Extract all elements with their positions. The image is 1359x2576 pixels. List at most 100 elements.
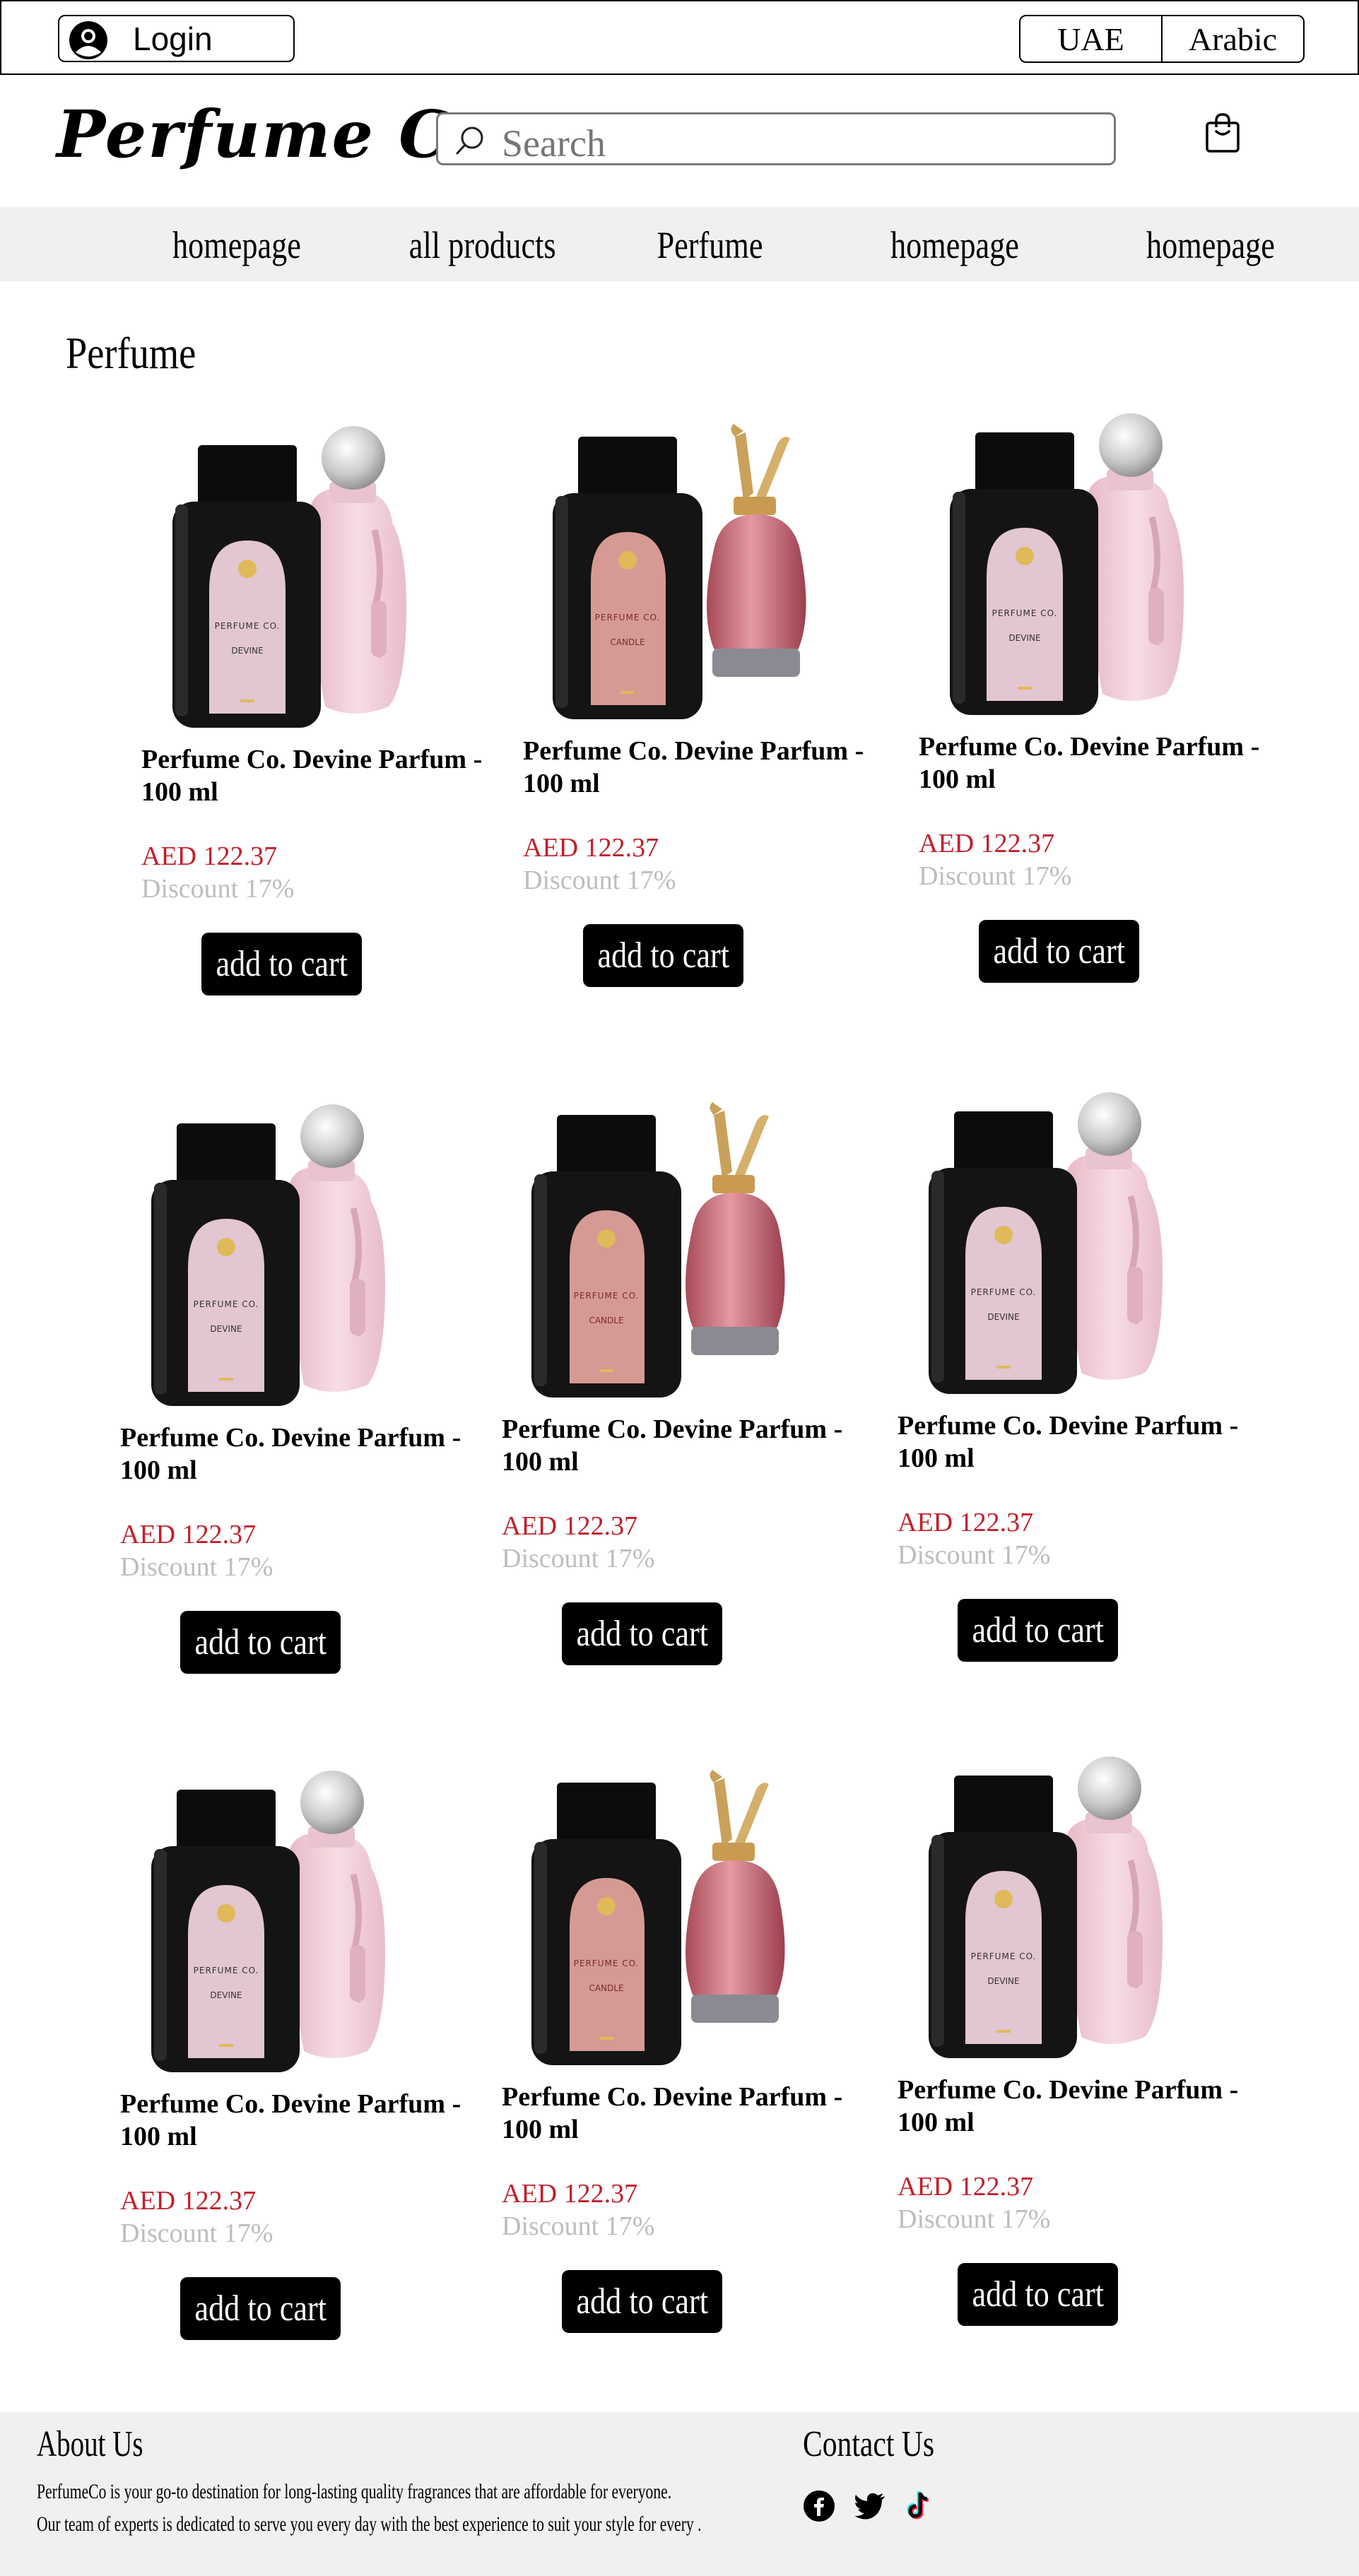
add-to-cart-label: add to cart — [194, 1622, 326, 1662]
product-name[interactable]: Perfume Co. Devine Parfum - 100 ml — [502, 1413, 855, 1478]
product-image[interactable]: PERFUME CO. DEVINE — [898, 1754, 1251, 2058]
svg-text:DEVINE: DEVINE — [987, 1312, 1019, 1322]
lang-uae-button[interactable]: UAE — [1020, 16, 1163, 61]
product-card[interactable]: PERFUME CO. DEVINE Perfume Co. Devine Pa… — [919, 411, 1272, 1047]
product-name[interactable]: Perfume Co. Devine Parfum - 100 ml — [120, 1422, 473, 1487]
shopping-bag-icon[interactable] — [1204, 112, 1241, 154]
footer: About Us PerfumeCo is your go-to destina… — [0, 2412, 1359, 2576]
top-bar: Login UAE Arabic — [0, 0, 1359, 75]
product-image[interactable]: PERFUME CO. DEVINE — [120, 1102, 473, 1406]
user-icon — [69, 21, 107, 59]
nav-item-homepage-3[interactable]: homepage — [1146, 225, 1275, 265]
about-us-heading: About Us — [37, 2424, 143, 2464]
add-to-cart-button[interactable]: add to cart — [562, 1602, 722, 1665]
nav-item-homepage[interactable]: homepage — [172, 225, 301, 265]
product-discount: Discount 17% — [120, 1552, 273, 1582]
product-price: AED 122.37 — [502, 1511, 638, 1541]
product-price: AED 122.37 — [120, 1520, 257, 1549]
product-image[interactable]: PERFUME CO. DEVINE — [898, 1090, 1251, 1394]
product-image[interactable]: PERFUME CO. CANDLE — [502, 1761, 855, 2065]
add-to-cart-button[interactable]: add to cart — [562, 2270, 722, 2333]
product-discount: Discount 17% — [919, 861, 1072, 891]
lang-arabic-button[interactable]: Arabic — [1163, 16, 1303, 61]
product-card[interactable]: PERFUME CO. DEVINE Perfume Co. Devine Pa… — [898, 1754, 1251, 2390]
product-discount: Discount 17% — [502, 1544, 655, 1573]
add-to-cart-label: add to cart — [972, 2274, 1104, 2315]
add-to-cart-button[interactable]: add to cart — [958, 1599, 1118, 1662]
svg-text:PERFUME CO.: PERFUME CO. — [992, 608, 1058, 618]
product-card[interactable]: PERFUME CO. DEVINE Perfume Co. Devine Pa… — [898, 1090, 1251, 1726]
nav-item-perfume[interactable]: Perfume — [657, 225, 763, 265]
product-name[interactable]: Perfume Co. Devine Parfum - 100 ml — [523, 735, 876, 800]
product-price: AED 122.37 — [120, 2186, 257, 2216]
main-nav: homepage all products Perfume homepage h… — [0, 207, 1359, 281]
language-switcher: UAE Arabic — [1019, 15, 1305, 63]
add-to-cart-button[interactable]: add to cart — [979, 920, 1139, 983]
add-to-cart-label: add to cart — [972, 1610, 1104, 1650]
svg-text:PERFUME CO.: PERFUME CO. — [215, 621, 281, 631]
product-card[interactable]: PERFUME CO. CANDLE Perfume Co. Devine Pa… — [502, 1094, 855, 1730]
product-card[interactable]: PERFUME CO. DEVINE Perfume Co. Devine Pa… — [141, 424, 495, 1060]
brand-logo[interactable]: Perfume Co — [57, 99, 497, 170]
product-name[interactable]: Perfume Co. Devine Parfum - 100 ml — [898, 2074, 1251, 2139]
add-to-cart-button[interactable]: add to cart — [583, 924, 743, 987]
product-image[interactable]: PERFUME CO. CANDLE — [502, 1094, 855, 1398]
svg-text:PERFUME CO.: PERFUME CO. — [574, 1291, 640, 1301]
search-icon[interactable] — [452, 123, 488, 158]
facebook-icon[interactable] — [803, 2490, 835, 2522]
add-to-cart-label: add to cart — [216, 944, 348, 984]
product-price: AED 122.37 — [141, 841, 278, 871]
svg-text:DEVINE: DEVINE — [210, 1990, 242, 2000]
svg-text:PERFUME CO.: PERFUME CO. — [194, 1299, 259, 1309]
product-price: AED 122.37 — [898, 2172, 1034, 2202]
about-us-text: PerfumeCo is your go-to destination for … — [37, 2476, 701, 2541]
product-image[interactable]: PERFUME CO. DEVINE — [919, 411, 1272, 715]
product-image[interactable]: PERFUME CO. DEVINE — [141, 424, 495, 728]
product-name[interactable]: Perfume Co. Devine Parfum - 100 ml — [141, 743, 495, 808]
product-discount: Discount 17% — [523, 865, 676, 895]
svg-text:CANDLE: CANDLE — [589, 1983, 623, 1993]
product-name[interactable]: Perfume Co. Devine Parfum - 100 ml — [502, 2081, 855, 2146]
search-bar — [436, 112, 1116, 165]
twitter-icon[interactable] — [854, 2490, 886, 2522]
search-input[interactable] — [502, 122, 1081, 165]
product-discount: Discount 17% — [141, 874, 295, 904]
svg-text:DEVINE: DEVINE — [1008, 633, 1040, 643]
svg-text:DEVINE: DEVINE — [210, 1324, 242, 1334]
add-to-cart-button[interactable]: add to cart — [201, 933, 362, 995]
product-card[interactable]: PERFUME CO. DEVINE Perfume Co. Devine Pa… — [120, 1102, 473, 1738]
product-card[interactable]: PERFUME CO. DEVINE Perfume Co. Devine Pa… — [120, 1768, 473, 2404]
nav-item-all-products[interactable]: all products — [409, 225, 556, 265]
svg-text:DEVINE: DEVINE — [231, 646, 263, 656]
add-to-cart-button[interactable]: add to cart — [958, 2263, 1118, 2326]
login-button[interactable]: Login — [58, 15, 295, 62]
svg-text:CANDLE: CANDLE — [610, 637, 645, 647]
svg-text:PERFUME CO.: PERFUME CO. — [194, 1966, 259, 1975]
product-name[interactable]: Perfume Co. Devine Parfum - 100 ml — [120, 2088, 473, 2153]
product-price: AED 122.37 — [919, 829, 1055, 858]
add-to-cart-button[interactable]: add to cart — [180, 2277, 341, 2340]
svg-text:DEVINE: DEVINE — [987, 1976, 1019, 1986]
svg-text:PERFUME CO.: PERFUME CO. — [574, 1958, 640, 1968]
contact-us-heading: Contact Us — [803, 2424, 935, 2464]
product-card[interactable]: PERFUME CO. CANDLE Perfume Co. Devine Pa… — [502, 1761, 855, 2397]
nav-item-homepage-2[interactable]: homepage — [890, 225, 1019, 265]
about-us-line: PerfumeCo is your go-to destination for … — [37, 2480, 672, 2503]
product-card[interactable]: PERFUME CO. CANDLE Perfume Co. Devine Pa… — [523, 415, 876, 1051]
tiktok-icon[interactable] — [902, 2490, 934, 2522]
section-title: Perfume — [66, 328, 196, 378]
product-discount: Discount 17% — [898, 1540, 1051, 1570]
product-price: AED 122.37 — [523, 833, 659, 863]
product-image[interactable]: PERFUME CO. CANDLE — [523, 415, 876, 719]
add-to-cart-label: add to cart — [576, 2281, 708, 2322]
svg-text:PERFUME CO.: PERFUME CO. — [971, 1951, 1037, 1961]
about-us-line: Our team of experts is dedicated to serv… — [37, 2512, 702, 2536]
product-image[interactable]: PERFUME CO. DEVINE — [120, 1768, 473, 2072]
add-to-cart-label: add to cart — [597, 935, 729, 976]
svg-text:PERFUME CO.: PERFUME CO. — [595, 613, 661, 622]
add-to-cart-button[interactable]: add to cart — [180, 1611, 341, 1674]
product-discount: Discount 17% — [502, 2211, 655, 2241]
product-name[interactable]: Perfume Co. Devine Parfum - 100 ml — [898, 1410, 1251, 1475]
product-name[interactable]: Perfume Co. Devine Parfum - 100 ml — [919, 731, 1272, 796]
add-to-cart-label: add to cart — [194, 2288, 326, 2329]
